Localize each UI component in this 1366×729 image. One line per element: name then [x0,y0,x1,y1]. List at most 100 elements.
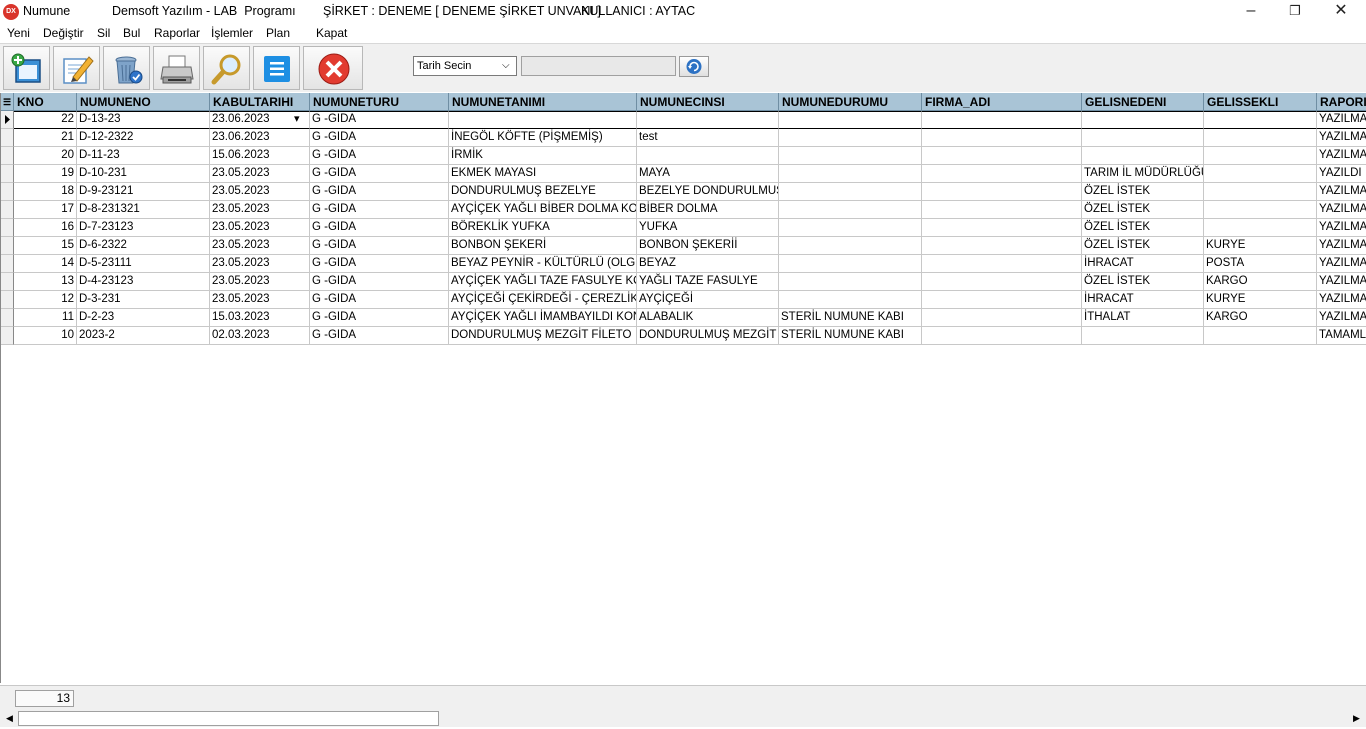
cell-gelisnedeni[interactable] [1082,111,1204,129]
cell-firma-adi[interactable] [922,111,1082,129]
cell-gelissekli[interactable]: POSTA [1204,255,1317,273]
cell-numunecinsi[interactable]: DONDURULMUŞ MEZGİT FİLETO [637,327,779,345]
table-row[interactable]: 13 D-4-23123 23.05.2023 G -GIDA AYÇİÇEK YAĞL… [1,273,1366,291]
cell-numuneturu[interactable]: G -GIDA [310,111,449,129]
table-row[interactable]: 18 D-9-23121 23.05.2023 G -GIDA DONDURULMUŞ … [1,183,1366,201]
cell-gelissekli[interactable] [1204,183,1317,201]
cell-kno[interactable]: 18 [14,183,77,201]
cell-numuneno[interactable]: D-10-231 [77,165,210,183]
cell-kabultarihi[interactable]: 23.05.2023 [210,201,310,219]
cell-numuneno[interactable]: 2023-2 [77,327,210,345]
table-row[interactable]: 20 D-11-23 15.06.2023 G -GIDA İRMİK YAZILMA [1,147,1366,165]
cell-rapori[interactable]: YAZILMA [1317,111,1366,129]
row-indicator[interactable] [1,273,14,291]
cell-numunedurumu[interactable] [779,111,922,129]
column-header-kabultarihi[interactable]: KABULTARIHI [210,93,310,111]
column-header-kno[interactable]: KNO [14,93,77,111]
cell-kno[interactable]: 22 [14,111,77,129]
cell-rapori[interactable]: YAZILMA [1317,291,1366,309]
date-input[interactable] [521,56,676,76]
cell-firma-adi[interactable] [922,273,1082,291]
cell-numuneno[interactable]: D-7-23123 [77,219,210,237]
cell-firma-adi[interactable] [922,129,1082,147]
cell-numuneno[interactable]: D-13-23 [77,111,210,129]
table-row[interactable]: 15 D-6-2322 23.05.2023 G -GIDA BONBON ŞEKERİ… [1,237,1366,255]
cell-rapori[interactable]: YAZILDI [1317,165,1366,183]
cell-gelisnedeni[interactable]: İTHALAT [1082,309,1204,327]
row-indicator[interactable] [1,327,14,345]
cell-rapori[interactable]: YAZILMA [1317,201,1366,219]
column-header-numunedurumu[interactable]: NUMUNEDURUMU [779,93,922,111]
cell-numunetanimi[interactable]: EKMEK MAYASI [449,165,637,183]
exit-button[interactable] [303,46,363,90]
cell-numuneturu[interactable]: G -GIDA [310,219,449,237]
cell-gelisnedeni[interactable]: ÖZEL İSTEK [1082,219,1204,237]
cell-kno[interactable]: 14 [14,255,77,273]
column-header-numunecinsi[interactable]: NUMUNECINSI [637,93,779,111]
menu-sil[interactable]: Sil [97,26,110,40]
table-row[interactable]: 19 D-10-231 23.05.2023 G -GIDA EKMEK MAYASI M… [1,165,1366,183]
cell-numunetanimi[interactable]: AYÇİÇEK YAĞLI İMAMBAYILDI KONSERVE [449,309,637,327]
row-indicator[interactable] [1,219,14,237]
cell-kno[interactable]: 17 [14,201,77,219]
cell-numuneno[interactable]: D-3-231 [77,291,210,309]
cell-kabultarihi[interactable]: 23.05.2023 [210,255,310,273]
cell-kno[interactable]: 11 [14,309,77,327]
current-row-indicator[interactable] [1,111,14,129]
cell-gelissekli[interactable]: KARGO [1204,273,1317,291]
cell-gelisnedeni[interactable] [1082,327,1204,345]
new-button[interactable] [3,46,50,90]
cell-numuneno[interactable]: D-6-2322 [77,237,210,255]
cell-numunecinsi[interactable]: MAYA [637,165,779,183]
cell-numunetanimi[interactable]: BONBON ŞEKERİ [449,237,637,255]
cell-numuneturu[interactable]: G -GIDA [310,291,449,309]
cell-firma-adi[interactable] [922,237,1082,255]
cell-rapori[interactable]: YAZILMA [1317,309,1366,327]
cell-kno[interactable]: 19 [14,165,77,183]
cell-rapori[interactable]: TAMAML [1317,327,1366,345]
cell-gelisnedeni[interactable] [1082,147,1204,165]
cell-numunecinsi[interactable]: BEZELYE DONDURULMUŞ [637,183,779,201]
cell-numuneno[interactable]: D-2-23 [77,309,210,327]
cell-gelisnedeni[interactable]: ÖZEL İSTEK [1082,183,1204,201]
cell-gelissekli[interactable] [1204,165,1317,183]
cell-gelissekli[interactable] [1204,219,1317,237]
cell-numunetanimi[interactable]: İNEGÖL KÖFTE (PİŞMEMİŞ) [449,129,637,147]
search-button[interactable] [203,46,250,90]
cell-gelisnedeni[interactable]: TARIM İL MÜDÜRLÜĞÜ [1082,165,1204,183]
cell-firma-adi[interactable] [922,165,1082,183]
cell-numunetanimi[interactable]: DONDURULMUŞ MEZGİT FİLETO [449,327,637,345]
cell-numuneno[interactable]: D-5-23111 [77,255,210,273]
cell-firma-adi[interactable] [922,327,1082,345]
cell-rapori[interactable]: YAZILMA [1317,237,1366,255]
cell-numuneturu[interactable]: G -GIDA [310,165,449,183]
cell-firma-adi[interactable] [922,201,1082,219]
cell-gelisnedeni[interactable]: İHRACAT [1082,291,1204,309]
table-row[interactable]: 14 D-5-23111 23.05.2023 G -GIDA BEYAZ PEYNİR… [1,255,1366,273]
column-header-numuneno[interactable]: NUMUNENO [77,93,210,111]
menu-islemler[interactable]: İşlemler [211,26,253,40]
cell-numuneno[interactable]: D-9-23121 [77,183,210,201]
row-indicator[interactable] [1,129,14,147]
cell-numunetanimi[interactable] [449,111,637,129]
menu-bul[interactable]: Bul [123,26,140,40]
menu-yeni[interactable]: Yeni [7,26,30,40]
table-row[interactable]: 11 D-2-23 15.03.2023 G -GIDA AYÇİÇEK YAĞLI İ… [1,309,1366,327]
cell-kno[interactable]: 12 [14,291,77,309]
print-button[interactable] [153,46,200,90]
scroll-left-icon[interactable]: ◀ [2,711,17,726]
cell-kno[interactable]: 20 [14,147,77,165]
row-indicator[interactable] [1,255,14,273]
cell-numunedurumu[interactable] [779,147,922,165]
cell-gelisnedeni[interactable] [1082,129,1204,147]
cell-numunecinsi[interactable]: AYÇİÇEĞİ [637,291,779,309]
grid-menu-icon[interactable]: ☰ [1,93,14,111]
table-row[interactable]: 16 D-7-23123 23.05.2023 G -GIDA BÖREKLİK YUF… [1,219,1366,237]
cell-gelissekli[interactable] [1204,129,1317,147]
list-button[interactable] [253,46,300,90]
column-header-gelissekli[interactable]: GELISSEKLI [1204,93,1317,111]
cell-kno[interactable]: 16 [14,219,77,237]
scrollbar-thumb[interactable] [18,711,439,726]
cell-numunedurumu[interactable] [779,255,922,273]
column-header-firma-adi[interactable]: FIRMA_ADI [922,93,1082,111]
